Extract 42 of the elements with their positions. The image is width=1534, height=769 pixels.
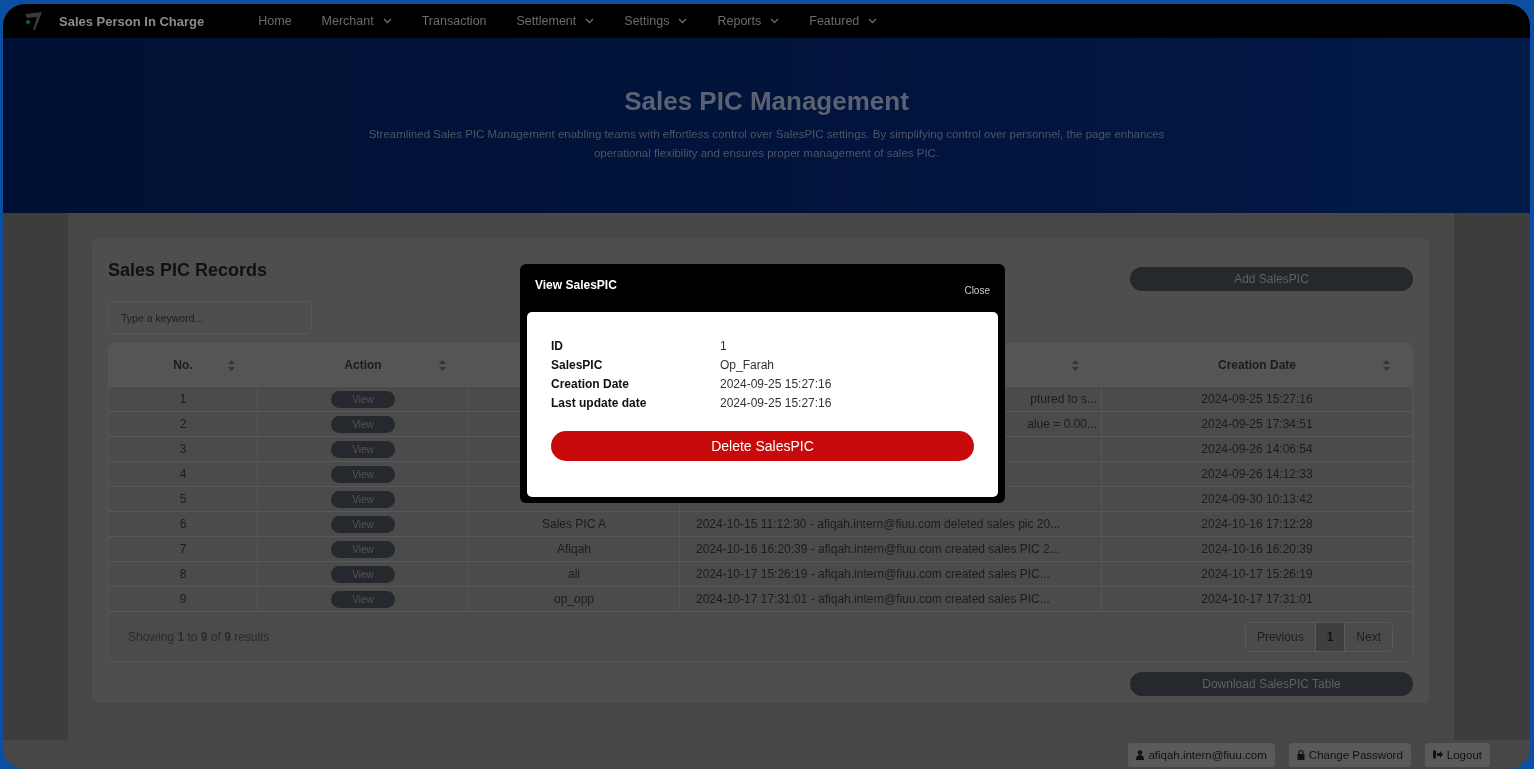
caret-icon: [678, 18, 688, 24]
nav-menu-item[interactable]: Reports: [717, 14, 780, 28]
caret-icon: [868, 18, 878, 24]
nav-menu-item[interactable]: Settings: [624, 14, 688, 28]
sort-icon[interactable]: [228, 360, 235, 371]
caret-icon: [770, 18, 780, 24]
nav-menu-item[interactable]: Featured: [809, 14, 878, 28]
logout-button[interactable]: Logout: [1424, 742, 1490, 767]
nav-menu-item[interactable]: Merchant: [321, 14, 392, 28]
add-salespic-button[interactable]: Add SalesPIC: [1130, 267, 1413, 291]
field-value: Op_Farah: [720, 357, 776, 373]
lock-icon: [1296, 749, 1305, 760]
download-table-button[interactable]: Download SalesPIC Table: [1130, 672, 1413, 696]
user-icon: [1136, 749, 1145, 760]
caret-icon: [382, 18, 392, 24]
field-label: Last update date: [551, 395, 648, 411]
field-value: 2024-09-25 15:27:16: [720, 376, 833, 392]
caret-icon: [585, 18, 595, 24]
field-label: ID: [551, 338, 564, 354]
change-password-button[interactable]: Change Password: [1288, 742, 1411, 767]
sort-icon[interactable]: [439, 360, 446, 371]
page-title: Sales PIC Management: [623, 86, 910, 117]
column-header[interactable]: Action: [344, 358, 382, 372]
nav-menu-item[interactable]: Settlement: [516, 14, 595, 28]
sort-icon[interactable]: [1072, 360, 1079, 371]
dialog-title: View SalesPIC: [535, 278, 617, 292]
brand-title: Sales Person In Charge: [59, 13, 205, 29]
field-label: SalesPIC: [551, 357, 604, 373]
delete-salespic-button[interactable]: Delete SalesPIC: [551, 431, 974, 461]
user-account-button[interactable]: afiqah.intern@fiuu.com: [1128, 742, 1275, 767]
section-title: Sales PIC Records: [108, 260, 268, 281]
column-header[interactable]: Creation Date: [1218, 358, 1296, 372]
field-value: 1: [720, 338, 728, 354]
nav-menu-item[interactable]: Transaction: [421, 14, 487, 28]
column-header[interactable]: No.: [173, 358, 193, 372]
sign-out-icon: [1432, 750, 1443, 759]
close-link[interactable]: Close: [964, 284, 990, 296]
field-value: 2024-09-25 15:27:16: [720, 395, 833, 411]
nav-menu-item[interactable]: Home: [258, 14, 292, 28]
field-label: Creation Date: [551, 376, 631, 392]
page-description: Streamlined Sales PIC Management enabling teams with effortless control over SalesPIC settings. By simplifying control over personnel, the page enhances operational flexibility and ensures proper management of sales PIC.: [367, 127, 1166, 161]
sort-icon[interactable]: [1383, 360, 1390, 371]
